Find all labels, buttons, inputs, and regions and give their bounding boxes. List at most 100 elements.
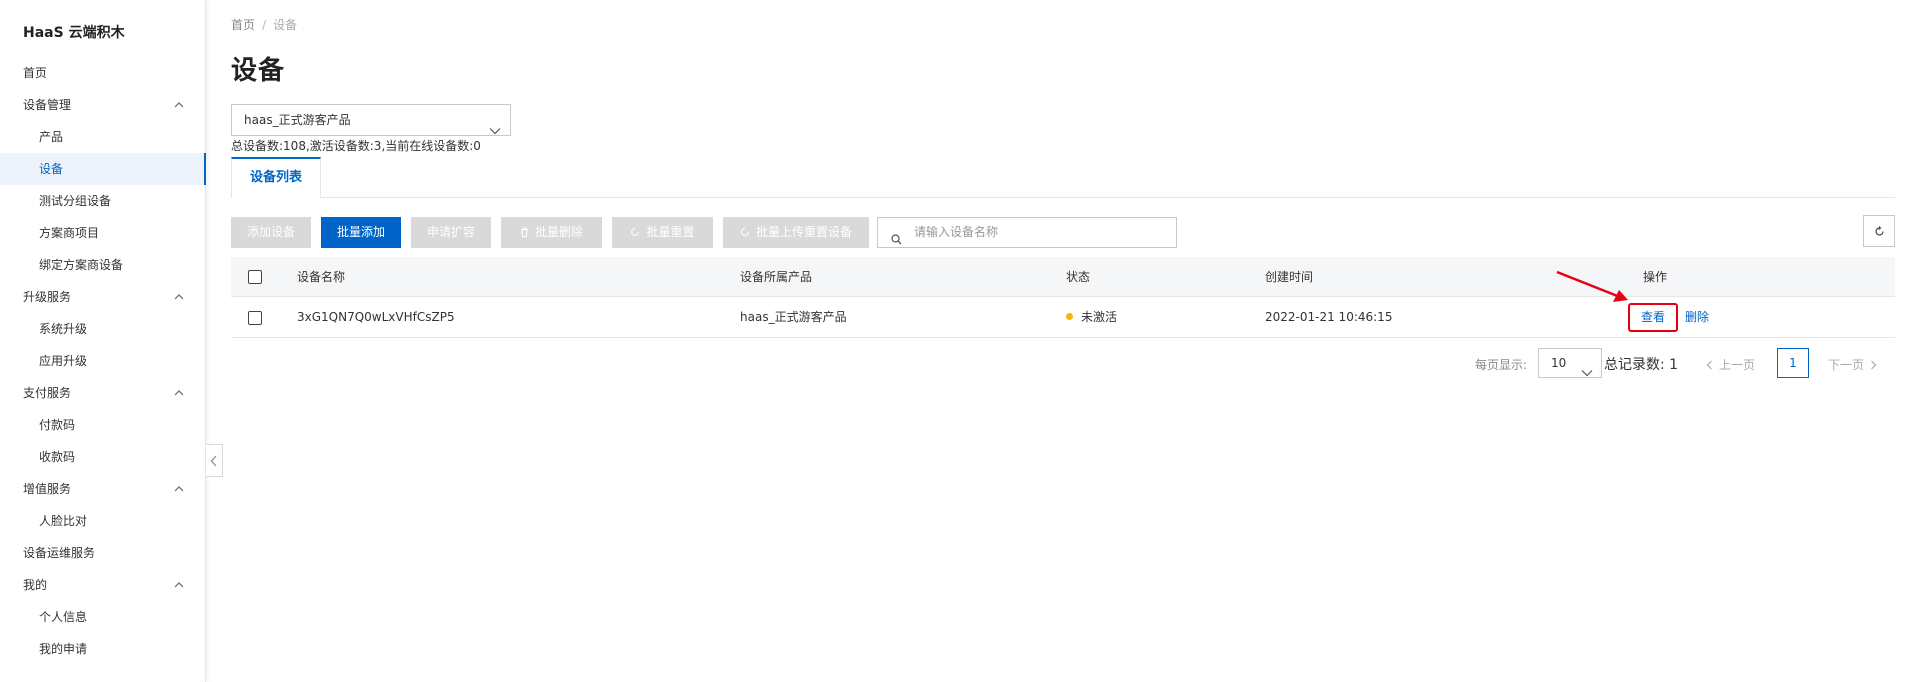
breadcrumb-home[interactable]: 首页 (231, 18, 255, 32)
main-content: 首页 / 设备 设备 haas_正式游客产品 总设备数:108,激活设备数:3,当前… (231, 0, 1895, 682)
batch-delete-label: 批量删除 (534, 225, 583, 239)
app-root: HaaS 云端积木 首页 设备管理 产品 设备 测试分组设备 方案商项目 绑定方案商设备 升级… (0, 0, 1918, 682)
sidebar-item-9[interactable]: 应用升级 (0, 345, 206, 377)
header-product: 设备所属产品 (740, 270, 813, 284)
sidebar-item-label: 应用升级 (39, 354, 88, 368)
chevron-up-icon (174, 389, 184, 397)
view-link[interactable]: 查看 (1641, 310, 1665, 324)
page-title: 设备 (231, 56, 286, 86)
sidebar-item-label: 个人信息 (39, 610, 88, 624)
sidebar-item-14[interactable]: 人脸比对 (0, 505, 206, 537)
refresh-icon (630, 218, 640, 249)
select-all-checkbox[interactable] (248, 270, 262, 284)
device-search-input[interactable]: 请输入设备名称 (877, 217, 1177, 248)
sidebar-item-label: 付款码 (39, 418, 76, 432)
sidebar-item-17[interactable]: 个人信息 (0, 601, 206, 633)
sidebar-item-label: 升级服务 (23, 290, 72, 304)
batch-delete-button[interactable]: 批量删除 (501, 217, 602, 248)
total-records: 总记录数: 1 (1604, 357, 1679, 373)
sidebar-item-label: 设备运维服务 (23, 546, 96, 560)
add-device-button[interactable]: 添加设备 (231, 217, 311, 248)
device-table: 设备名称 设备所属产品 状态 创建时间 操作 3xG1QN7Q0wLxVHfCs… (231, 257, 1895, 338)
sidebar-item-label: 系统升级 (39, 322, 88, 336)
next-page-label: 下一页 (1828, 358, 1865, 372)
sidebar-item-label: 我的 (23, 578, 48, 592)
sidebar-item-2[interactable]: 产品 (0, 121, 206, 153)
header-created-time: 创建时间 (1265, 270, 1314, 284)
sidebar-item-6[interactable]: 绑定方案商设备 (0, 249, 206, 281)
product-select[interactable]: haas_正式游客产品 (231, 104, 511, 136)
sidebar-item-7[interactable]: 升级服务 (0, 281, 206, 313)
product-select-value: haas_正式游客产品 (244, 113, 351, 127)
batch-upload-reset-button[interactable]: 批量上传重置设备 (723, 217, 869, 248)
chevron-up-icon (174, 293, 184, 301)
sidebar-item-label: 设备管理 (23, 98, 72, 112)
view-highlight-box: 查看 (1628, 303, 1678, 332)
sidebar-item-label: 首页 (23, 66, 48, 80)
sidebar-item-label: 产品 (39, 130, 64, 144)
search-icon (891, 227, 902, 256)
apply-expand-button[interactable]: 申请扩容 (411, 217, 491, 248)
sidebar-item-3[interactable]: 设备 (0, 153, 206, 185)
breadcrumb: 首页 / 设备 (231, 16, 297, 33)
brand-title: HaaS 云端积木 (23, 25, 125, 41)
batch-reset-label: 批量重置 (646, 225, 695, 239)
page-size-value: 10 (1551, 356, 1567, 370)
prev-page-button[interactable]: 上一页 (1706, 356, 1755, 373)
sidebar-item-label: 支付服务 (23, 386, 72, 400)
sidebar-item-12[interactable]: 收款码 (0, 441, 206, 473)
cell-product: haas_正式游客产品 (740, 310, 847, 324)
sidebar-collapse-button[interactable] (206, 444, 223, 477)
sidebar-item-label: 增值服务 (23, 482, 72, 496)
chevron-down-icon (1581, 359, 1593, 387)
sidebar-item-15[interactable]: 设备运维服务 (0, 537, 206, 569)
breadcrumb-separator: / (262, 18, 267, 32)
device-stats: 总设备数:108,激活设备数:3,当前在线设备数:0 (231, 139, 481, 153)
chevron-up-icon (174, 485, 184, 493)
delete-link[interactable]: 删除 (1685, 297, 1709, 337)
header-actions: 操作 (1643, 270, 1668, 284)
sidebar-item-16[interactable]: 我的 (0, 569, 206, 601)
prev-page-label: 上一页 (1719, 358, 1756, 372)
batch-reset-button[interactable]: 批量重置 (612, 217, 713, 248)
search-placeholder: 请输入设备名称 (914, 225, 999, 239)
sidebar-item-10[interactable]: 支付服务 (0, 377, 206, 409)
sidebar-item-5[interactable]: 方案商项目 (0, 217, 206, 249)
table-header: 设备名称 设备所属产品 状态 创建时间 操作 (231, 257, 1895, 297)
refresh-button[interactable] (1863, 215, 1895, 247)
sidebar-item-label: 设备 (39, 162, 64, 176)
sidebar-item-label: 测试分组设备 (39, 194, 112, 208)
tab-device-list[interactable]: 设备列表 (231, 157, 321, 198)
sidebar-item-13[interactable]: 增值服务 (0, 473, 206, 505)
chevron-left-icon (1706, 360, 1712, 370)
sidebar: HaaS 云端积木 首页设备管理产品设备测试分组设备方案商项目 绑定方案商设备升级… (0, 0, 206, 682)
header-status: 状态 (1066, 270, 1091, 284)
status-dot-icon (1066, 313, 1073, 320)
row-checkbox[interactable] (248, 311, 262, 325)
sidebar-item-4[interactable]: 测试分组设备 (0, 185, 206, 217)
page-number-1[interactable]: 1 (1777, 348, 1809, 378)
pagination: 每页显示: 10 总记录数: 1 上一页 1 下一页 (231, 347, 1895, 379)
sidebar-item-8[interactable]: 系统升级 (0, 313, 206, 345)
status-text: 未激活 (1081, 310, 1118, 324)
sidebar-item-label: 收款码 (39, 450, 76, 464)
batch-upload-reset-label: 批量上传重置设备 (755, 225, 852, 239)
cell-device-name: 3xG1QN7Q0wLxVHfCsZP5 (297, 310, 455, 324)
chevron-left-icon (210, 455, 217, 466)
refresh-icon (740, 218, 750, 249)
tab-bar: 设备列表 (231, 157, 1895, 198)
toolbar: 添加设备 批量添加 申请扩容 批量删除 批量重置 批量上传重置设备 请输入设备名… (231, 215, 1895, 248)
cell-created-time: 2022-01-21 10:46:15 (1265, 310, 1393, 324)
batch-add-button[interactable]: 批量添加 (321, 217, 401, 248)
next-page-button[interactable]: 下一页 (1828, 356, 1877, 373)
sidebar-item-label: 我的申请 (39, 642, 88, 656)
sidebar-item-11[interactable]: 付款码 (0, 409, 206, 441)
sidebar-item-1[interactable]: 设备管理 (0, 89, 206, 121)
page-size-select[interactable]: 10 (1538, 348, 1602, 378)
table-row: 3xG1QN7Q0wLxVHfCsZP5 haas_正式游客产品 未激活 202… (231, 297, 1895, 338)
sidebar-item-0[interactable]: 首页 (0, 57, 206, 89)
sidebar-item-label: 人脸比对 (39, 514, 88, 528)
refresh-icon (1874, 225, 1884, 236)
sidebar-item-18[interactable]: 我的申请 (0, 633, 206, 665)
cell-status: 未激活 (1066, 297, 1117, 337)
